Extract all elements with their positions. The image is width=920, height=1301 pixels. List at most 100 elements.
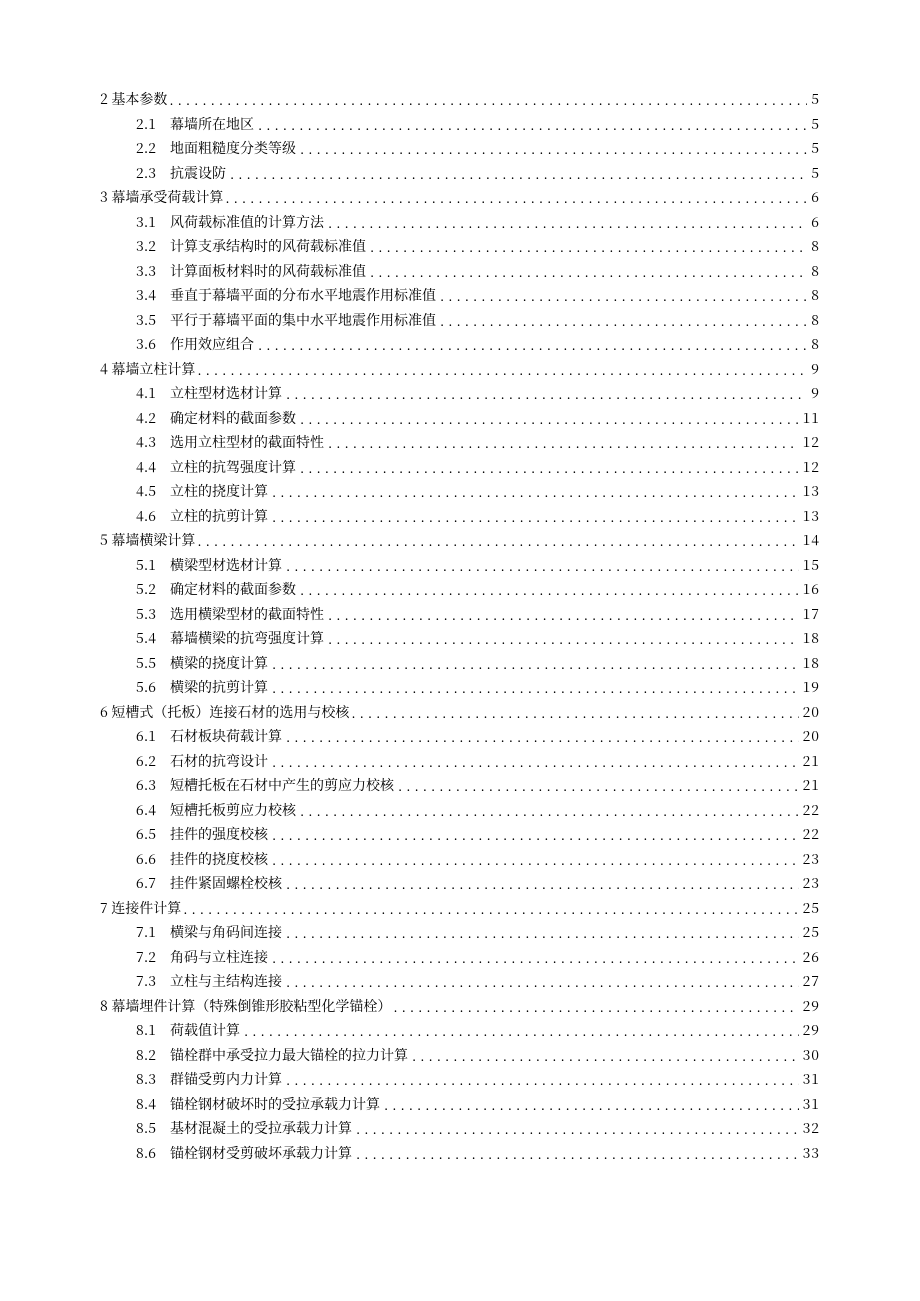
toc-entry: 8.2锚栓群中承受拉力最大锚栓的拉力计算30 bbox=[100, 1048, 820, 1062]
toc-entry: 5.4幕墙横梁的抗弯强度计算 18 bbox=[100, 631, 820, 645]
toc-entry-title: 立柱的抗驾强度计算 bbox=[170, 460, 300, 474]
toc-dot-leader bbox=[244, 1024, 799, 1037]
toc-entry-number: 5.6 bbox=[136, 680, 170, 694]
toc-dot-leader bbox=[412, 1049, 799, 1062]
toc-entry-title: 石材板块荷载计算 bbox=[170, 729, 286, 743]
toc-page-number: 12 bbox=[799, 435, 820, 449]
toc-entry-title: 幕墙横梁的抗弯强度计算 bbox=[170, 631, 328, 645]
toc-entry-title: 群锚受剪内力计算 bbox=[170, 1072, 286, 1086]
toc-entry-number: 4.6 bbox=[136, 509, 170, 523]
toc-dot-leader bbox=[328, 216, 807, 229]
toc-page-number: 8 bbox=[807, 239, 820, 253]
toc-dot-leader bbox=[183, 902, 798, 915]
toc-entry-title: 确定材料的截面参数 bbox=[170, 411, 300, 425]
toc-page-number: 31 bbox=[799, 1072, 820, 1086]
toc-entry: 8 幕墙埋件计算（特殊倒锥形胶粘型化学锚栓）29 bbox=[100, 999, 820, 1013]
toc-entry-number: 5.5 bbox=[136, 656, 170, 670]
toc-entry: 4.1立柱型材选材计算9 bbox=[100, 386, 820, 400]
toc-entry: 4 幕墙立柱计算9 bbox=[100, 362, 820, 376]
toc-entry-number: 7.1 bbox=[136, 925, 170, 939]
toc-entry-title: 锚栓群中承受拉力最大锚栓的拉力计算 bbox=[170, 1048, 412, 1062]
toc-dot-leader bbox=[300, 804, 799, 817]
toc-entry-number: 8.5 bbox=[136, 1121, 170, 1135]
toc-section-title: 2 基本参数 bbox=[100, 92, 169, 106]
toc-entry-title: 短槽托板在石材中产生的剪应力校核 bbox=[170, 778, 398, 792]
toc-dot-leader bbox=[286, 559, 799, 572]
toc-dot-leader bbox=[225, 191, 807, 204]
toc-entry-number: 6.3 bbox=[136, 778, 170, 792]
toc-dot-leader bbox=[370, 265, 807, 278]
toc-section-title: 5 幕墙横梁计算 bbox=[100, 533, 197, 547]
toc-dot-leader bbox=[272, 657, 799, 670]
toc-entry: 2 基本参数5 bbox=[100, 92, 820, 106]
toc-entry: 6.5挂件的强度校核22 bbox=[100, 827, 820, 841]
table-of-contents: 2 基本参数52.1幕墙所在地区52.2地面粗糙度分类等级52.3抗震设防53 … bbox=[100, 92, 820, 1160]
toc-entry: 3.2计算支承结构时的风荷载标准值 8 bbox=[100, 239, 820, 253]
toc-page-number: 21 bbox=[799, 754, 820, 768]
toc-entry-number: 8.4 bbox=[136, 1097, 170, 1111]
toc-entry-title: 挂件紧固螺栓校核 bbox=[170, 876, 286, 890]
toc-dot-leader bbox=[272, 485, 799, 498]
toc-entry-title: 平行于幕墙平面的集中水平地震作用标准值 bbox=[170, 313, 440, 327]
toc-dot-leader bbox=[286, 877, 799, 890]
toc-entry-number: 7.3 bbox=[136, 974, 170, 988]
toc-entry-title: 角码与立柱连接 bbox=[170, 950, 272, 964]
toc-entry-number: 3.4 bbox=[136, 288, 170, 302]
toc-entry-number: 6.1 bbox=[136, 729, 170, 743]
toc-entry: 2.3抗震设防5 bbox=[100, 166, 820, 180]
toc-dot-leader bbox=[169, 93, 807, 106]
toc-dot-leader bbox=[272, 951, 799, 964]
toc-entry: 8.6锚栓钢材受剪破坏承载力计算33 bbox=[100, 1146, 820, 1160]
toc-entry: 6.2石材的抗弯设计21 bbox=[100, 754, 820, 768]
toc-dot-leader bbox=[272, 681, 799, 694]
toc-entry-title: 基材混凝土的受拉承载力计算 bbox=[170, 1121, 356, 1135]
toc-page-number: 17 bbox=[799, 607, 820, 621]
toc-dot-leader bbox=[328, 632, 799, 645]
toc-page-number: 21 bbox=[799, 778, 820, 792]
toc-entry-number: 5.1 bbox=[136, 558, 170, 572]
toc-entry: 3.3计算面板材料时的风荷载标准值8 bbox=[100, 264, 820, 278]
toc-section-title: 6 短槽式（托板）连接石材的选用与校核 bbox=[100, 705, 351, 719]
toc-entry-number: 3.6 bbox=[136, 337, 170, 351]
toc-dot-leader bbox=[286, 730, 799, 743]
toc-entry-number: 5.4 bbox=[136, 631, 170, 645]
toc-page-number: 8 bbox=[807, 313, 820, 327]
toc-entry: 5.6横梁的抗剪计算19 bbox=[100, 680, 820, 694]
toc-entry-number: 3.2 bbox=[136, 239, 170, 253]
toc-page-number: 8 bbox=[807, 337, 820, 351]
toc-entry-title: 横梁型材选材计算 bbox=[170, 558, 286, 572]
toc-entry-title: 立柱与主结构连接 bbox=[170, 974, 286, 988]
toc-page-number: 23 bbox=[799, 852, 820, 866]
toc-entry-number: 8.3 bbox=[136, 1072, 170, 1086]
toc-dot-leader bbox=[440, 289, 807, 302]
toc-entry: 2.1幕墙所在地区5 bbox=[100, 117, 820, 131]
toc-entry-title: 石材的抗弯设计 bbox=[170, 754, 272, 768]
toc-page-number: 30 bbox=[799, 1048, 820, 1062]
toc-entry-title: 横梁的挠度计算 bbox=[170, 656, 272, 670]
toc-entry: 2.2地面粗糙度分类等级5 bbox=[100, 141, 820, 155]
toc-dot-leader bbox=[351, 706, 798, 719]
toc-page-number: 18 bbox=[799, 656, 820, 670]
toc-entry-number: 5.3 bbox=[136, 607, 170, 621]
toc-dot-leader bbox=[272, 510, 799, 523]
toc-entry: 8.1荷载值计算29 bbox=[100, 1023, 820, 1037]
toc-page-number: 31 bbox=[799, 1097, 820, 1111]
toc-entry: 5.3选用横梁型材的截面特性17 bbox=[100, 607, 820, 621]
toc-entry-number: 3.3 bbox=[136, 264, 170, 278]
toc-entry-title: 地面粗糙度分类等级 bbox=[170, 141, 300, 155]
toc-page-number: 11 bbox=[799, 411, 820, 425]
toc-page-number: 25 bbox=[799, 925, 820, 939]
toc-page-number: 18 bbox=[799, 631, 820, 645]
toc-entry: 7.1横梁与角码间连接25 bbox=[100, 925, 820, 939]
toc-page-number: 20 bbox=[799, 729, 820, 743]
toc-entry-title: 选用立柱型材的截面特性 bbox=[170, 435, 328, 449]
toc-entry-title: 短槽托板剪应力校核 bbox=[170, 803, 300, 817]
toc-dot-leader bbox=[286, 975, 799, 988]
toc-dot-leader bbox=[300, 461, 799, 474]
toc-entry-number: 6.6 bbox=[136, 852, 170, 866]
toc-page-number: 22 bbox=[799, 827, 820, 841]
toc-page-number: 13 bbox=[799, 509, 820, 523]
toc-entry-title: 计算支承结构时的风荷载标准值 bbox=[170, 239, 370, 253]
toc-page-number: 27 bbox=[799, 974, 820, 988]
toc-entry-title: 挂件的强度校核 bbox=[170, 827, 272, 841]
